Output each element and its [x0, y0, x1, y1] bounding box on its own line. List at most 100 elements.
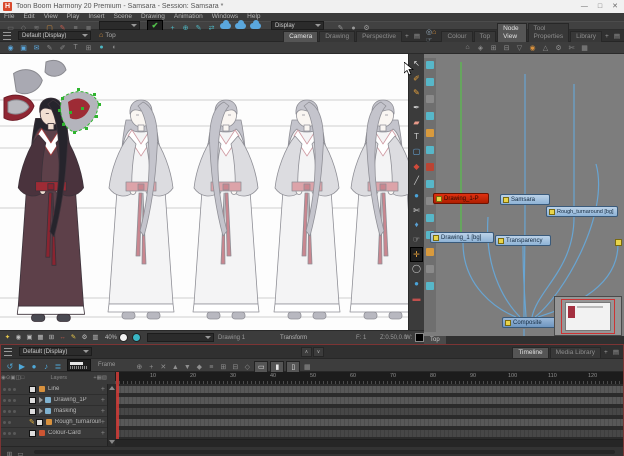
ruler-tick[interactable]: 60 [350, 373, 356, 379]
ruler-tick[interactable]: 50 [310, 373, 316, 379]
tool-preset-select[interactable] [99, 21, 140, 30]
paint-tool[interactable]: ◆ [410, 159, 423, 174]
keyframe-icon[interactable]: ◇ [241, 362, 253, 373]
close-gap-tool[interactable]: ▬ [410, 291, 423, 306]
add-cell-button[interactable]: + [101, 386, 105, 393]
tab-camera[interactable]: Camera [283, 30, 319, 42]
layer-row-rough-turnaround[interactable]: ✎ Rough_turnaround + [1, 417, 107, 428]
node-properties-icon[interactable]: ⚙ [552, 43, 565, 52]
colour-dot-icon[interactable]: ● [95, 43, 108, 52]
node-port[interactable] [498, 237, 504, 244]
backdrop-icon[interactable]: ▦ [578, 43, 591, 52]
layer-checkbox[interactable] [35, 418, 43, 426]
node-strip-icon[interactable] [426, 112, 434, 120]
view-menu-button[interactable]: ▤ [611, 348, 621, 358]
minimize-button[interactable]: — [581, 0, 588, 13]
onion-skin-icon[interactable]: ▦ [301, 362, 313, 373]
view-menu-button[interactable]: ▤ [412, 32, 422, 42]
light-table-icon[interactable]: ◐ [108, 43, 121, 52]
ruler-tick[interactable]: 70 [390, 373, 396, 379]
track-colour-card[interactable] [115, 428, 623, 440]
sound-volume-widget[interactable] [67, 359, 91, 371]
add-cell-button[interactable]: + [101, 430, 105, 437]
tab-library[interactable]: Library [570, 30, 603, 42]
ruler-tick[interactable]: 80 [430, 373, 436, 379]
layer-row-masking[interactable]: masking + [1, 406, 107, 417]
drawing-select[interactable] [147, 333, 215, 342]
ruler-tick[interactable]: 40 [270, 373, 276, 379]
zoom-tool[interactable]: ◯ [410, 262, 423, 277]
cloud-icon[interactable] [250, 19, 261, 29]
offscreen-node-port[interactable] [615, 239, 622, 246]
add-keyframe-icon[interactable]: ◆ [193, 362, 205, 373]
tab-top[interactable]: Top [473, 30, 497, 42]
node-strip-icon[interactable] [426, 163, 434, 171]
node-strip-icon[interactable] [426, 129, 434, 137]
node-strip-icon[interactable] [426, 248, 434, 256]
add-cell-button[interactable]: + [101, 419, 105, 426]
layer-row-line[interactable]: Line + [1, 384, 107, 395]
display-node-icon[interactable]: ◉ [526, 43, 539, 52]
cutter-tool[interactable]: ✄ [410, 203, 423, 218]
node-port[interactable] [549, 208, 555, 215]
view-menu-button[interactable]: ▤ [612, 32, 622, 42]
add-exposure-icon[interactable]: ⊞ [217, 362, 229, 373]
record-icon[interactable]: ● [28, 361, 40, 372]
node-port[interactable] [503, 196, 509, 203]
pen-tool[interactable]: ✒ [410, 100, 423, 115]
cloud-icon[interactable] [220, 19, 231, 29]
ink-tool[interactable]: ● [410, 276, 423, 291]
node-rough-turnaround[interactable]: Rough_turnaround [bg] [546, 206, 618, 217]
pencil-icon[interactable]: ✎ [43, 43, 56, 52]
camera-canvas[interactable] [0, 54, 408, 330]
node-strip-icon[interactable] [426, 282, 434, 290]
node-view-navigator[interactable] [554, 296, 622, 336]
menu-item[interactable]: Scene [114, 13, 132, 21]
sound-icon[interactable]: ♪ [40, 361, 52, 372]
layer-row-drawing-1p[interactable]: Drawing_1P + [1, 395, 107, 406]
tab-media-library[interactable]: Media Library [549, 346, 602, 358]
resize-icon[interactable]: ↔ [57, 333, 68, 343]
text-tool[interactable]: T [410, 129, 423, 144]
ruler-tick[interactable]: 90 [470, 373, 476, 379]
nav-home-icon[interactable]: ⌂ [461, 43, 474, 52]
grid-icon[interactable]: ⊞ [82, 43, 95, 52]
ruler-tick[interactable]: 110 [548, 373, 557, 379]
breadcrumb[interactable]: Top [424, 336, 446, 344]
node-transparency[interactable]: Transparency [495, 235, 551, 246]
line-tool[interactable]: ╱ [410, 174, 423, 189]
delete-node-icon[interactable]: ⊟ [500, 43, 513, 52]
grid-toggle-icon[interactable]: ▦ [35, 332, 46, 342]
node-port[interactable] [436, 195, 442, 202]
tab-node-view[interactable]: Node View [497, 22, 527, 42]
pen-colour-dot[interactable] [119, 333, 129, 342]
layer-checkbox[interactable] [29, 407, 36, 415]
layer-checkbox[interactable] [29, 429, 36, 437]
ruler-tick[interactable]: 10 [150, 373, 156, 379]
node-drawing-1[interactable]: Drawing_1 [bg] [430, 232, 494, 243]
opengl-view-icon[interactable]: ▣ [17, 43, 30, 52]
centre-playhead-icon[interactable]: ▧ [102, 375, 107, 381]
brush-icon[interactable]: ✐ [56, 43, 69, 52]
node-strip-icon[interactable] [426, 78, 434, 86]
play-icon[interactable]: ▶ [16, 361, 28, 372]
annotate-icon[interactable]: ✎ [68, 332, 79, 342]
safe-area-icon[interactable]: ▣ [24, 332, 35, 342]
home-icon[interactable]: ⌂ [99, 32, 103, 39]
gear-icon[interactable]: ⚙ [79, 332, 90, 342]
collapse-down-button[interactable]: ∨ [313, 347, 324, 357]
move-down-icon[interactable]: ▽ [513, 43, 526, 52]
loop-icon[interactable]: ↺ [4, 361, 16, 372]
node-strip-icon[interactable] [426, 214, 434, 222]
tab-colour[interactable]: Colour [441, 30, 473, 42]
tab-perspective[interactable]: Perspective [356, 30, 403, 42]
panel-menu-icon[interactable] [3, 31, 11, 40]
field-grid-icon[interactable]: ⊞ [46, 332, 57, 342]
camera-mask-icon[interactable]: ◉ [13, 332, 24, 342]
tab-timeline[interactable]: Timeline [512, 346, 549, 358]
shape-tool[interactable]: ▢ [410, 144, 423, 159]
add-cell-button[interactable]: + [101, 397, 105, 404]
add-layer-icon[interactable]: ⊕ [133, 362, 145, 373]
background-swatch[interactable] [415, 333, 424, 342]
node-graph[interactable]: Drawing_1-P Samsara Rough_turnaround [bg… [424, 54, 624, 336]
